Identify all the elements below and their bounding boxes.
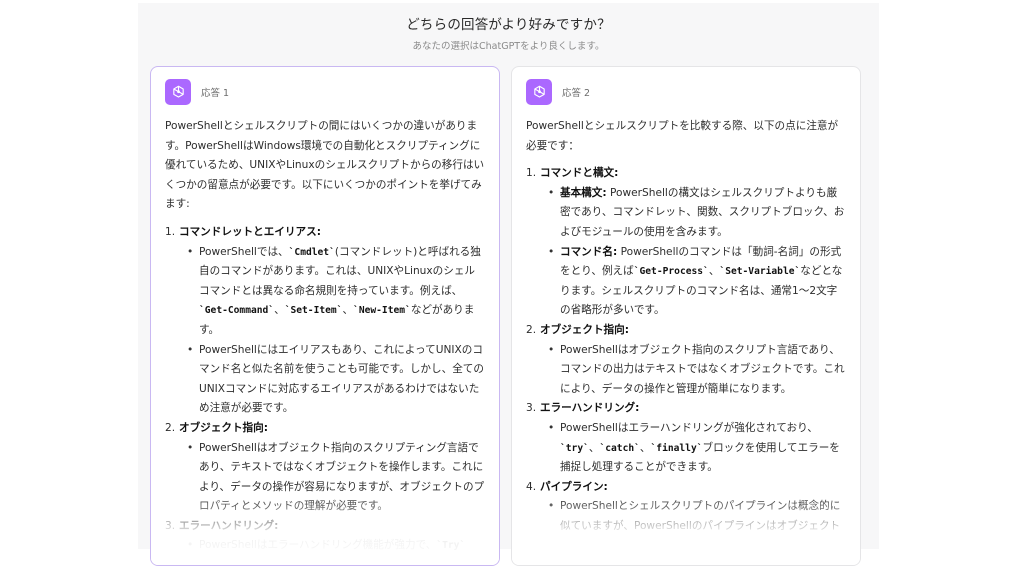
- bullet-item: コマンド名: PowerShellのコマンドは「動詞-名詞」の形式をとり、例えば…: [540, 243, 846, 321]
- response-2-card[interactable]: 応答 2 PowerShellとシェルスクリプトを比較する際、以下の点に注意が必…: [511, 66, 861, 566]
- bullet-item: PowerShellにはエイリアスもあり、これによってUNIXのコマンド名と似た…: [179, 341, 485, 419]
- bullet-item: PowerShellはエラーハンドリング機能が強力で、`Try`: [179, 536, 485, 556]
- comparison-header: どちらの回答がより好みですか？ あなたの選択はChatGPTをより良くします。: [138, 13, 879, 52]
- bullet-item: 基本構文: PowerShellの構文はシェルスクリプトよりも厳密であり、コマン…: [540, 184, 846, 243]
- list-item: 1. コマンドレットとエイリアス: PowerShellでは、`Cmdlet`(…: [165, 223, 485, 419]
- response-2-label: 応答 2: [562, 88, 591, 99]
- bullet-item: PowerShellとシェルスクリプトのパイプラインは概念的に似ていますが、Po…: [540, 497, 846, 536]
- response-1-body: PowerShellとシェルスクリプトの間にはいくつかの違いがあります。Powe…: [151, 107, 499, 556]
- comparison-subtitle: あなたの選択はChatGPTをより良くします。: [412, 41, 605, 52]
- response-2-body: PowerShellとシェルスクリプトを比較する際、以下の点に注意が必要です： …: [512, 107, 860, 536]
- list-item: 4. パイプライン: PowerShellとシェルスクリプトのパイプラインは概念…: [526, 478, 846, 537]
- response-2-intro: PowerShellとシェルスクリプトを比較する際、以下の点に注意が必要です：: [526, 120, 839, 152]
- list-item: 3. エラーハンドリング: PowerShellはエラーハンドリングが強化されて…: [526, 399, 846, 477]
- section-title: エラーハンドリング:: [540, 402, 640, 415]
- section-title: コマンドレットとエイリアス:: [179, 225, 321, 238]
- list-item: 2. オブジェクト指向: PowerShellはオブジェクト指向のスクリプト言語…: [526, 321, 846, 399]
- section-title: エラーハンドリング:: [179, 519, 279, 532]
- section-title: パイプライン:: [540, 480, 608, 493]
- bullet-item: PowerShellはオブジェクト指向のスクリプティング言語であり、テキストでは…: [179, 439, 485, 517]
- section-title: オブジェクト指向:: [540, 323, 629, 336]
- response-1-label: 応答 1: [201, 88, 230, 99]
- comparison-question: どちらの回答がより好みですか？: [406, 17, 611, 33]
- section-title: オブジェクト指向:: [179, 421, 268, 434]
- openai-logo-icon: [526, 79, 552, 105]
- section-title: コマンドと構文:: [540, 167, 619, 180]
- list-item: 1. コマンドと構文: 基本構文: PowerShellの構文はシェルスクリプト…: [526, 164, 846, 321]
- list-item: 2. オブジェクト指向: PowerShellはオブジェクト指向のスクリプティン…: [165, 419, 485, 517]
- response-1-list: 1. コマンドレットとエイリアス: PowerShellでは、`Cmdlet`(…: [165, 223, 485, 556]
- response-2-list: 1. コマンドと構文: 基本構文: PowerShellの構文はシェルスクリプト…: [526, 164, 846, 536]
- bullet-item: PowerShellはオブジェクト指向のスクリプト言語であり、コマンドの出力はテ…: [540, 341, 846, 400]
- comparison-panel: どちらの回答がより好みですか？ あなたの選択はChatGPTをより良くします。 …: [138, 3, 879, 566]
- response-1-intro: PowerShellとシェルスクリプトの間にはいくつかの違いがあります。Powe…: [165, 120, 485, 211]
- openai-logo-icon: [165, 79, 191, 105]
- list-item: 3. エラーハンドリング: PowerShellはエラーハンドリング機能が強力で…: [165, 517, 485, 556]
- response-1-card[interactable]: 応答 1 PowerShellとシェルスクリプトの間にはいくつかの違いがあります…: [150, 66, 500, 566]
- bullet-item: PowerShellはエラーハンドリングが強化されており、`try`、`catc…: [540, 419, 846, 478]
- bullet-item: PowerShellでは、`Cmdlet`(コマンドレット)と呼ばれる独自のコマ…: [179, 243, 485, 341]
